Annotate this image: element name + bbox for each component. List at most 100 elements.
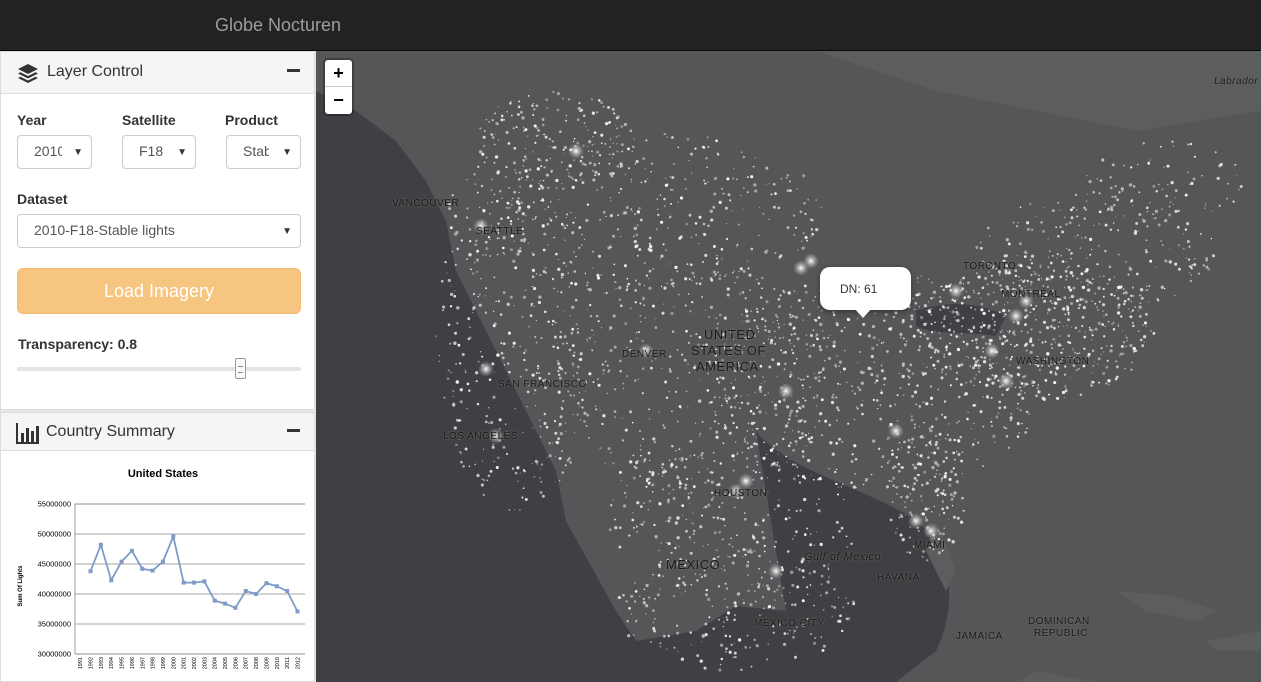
city-light xyxy=(820,309,823,312)
chart-data-point xyxy=(181,580,186,585)
city-light xyxy=(476,402,480,406)
city-light xyxy=(618,191,620,194)
city-light xyxy=(706,468,709,470)
city-light xyxy=(736,452,739,454)
city-light xyxy=(572,413,574,416)
country-summary-collapse-button[interactable] xyxy=(287,429,300,432)
city-light xyxy=(815,335,817,337)
city-light xyxy=(720,187,724,190)
city-light xyxy=(728,431,732,435)
city-light xyxy=(707,503,711,507)
map-label-montreal: MONTRÉAL xyxy=(1001,289,1061,300)
city-light xyxy=(1088,237,1093,242)
layer-control-collapse-button[interactable] xyxy=(287,69,300,72)
city-light xyxy=(1075,369,1078,372)
city-light xyxy=(810,533,812,535)
layer-control-heading[interactable]: Layer Control xyxy=(1,52,314,94)
city-light xyxy=(1025,221,1030,225)
city-light xyxy=(1070,208,1073,212)
city-light xyxy=(643,588,646,591)
city-light xyxy=(683,465,687,469)
city-light xyxy=(946,306,950,310)
city-light xyxy=(734,604,738,608)
city-light xyxy=(835,468,838,470)
city-light xyxy=(455,380,459,384)
city-light xyxy=(583,411,587,415)
city-light xyxy=(930,425,934,429)
city-light xyxy=(1037,387,1040,389)
city-light xyxy=(596,150,600,154)
city-light xyxy=(741,451,743,454)
product-select[interactable]: Stable lights ▼ xyxy=(226,135,301,169)
city-light xyxy=(567,390,570,393)
city-light xyxy=(472,292,476,296)
city-light xyxy=(784,602,787,605)
city-light xyxy=(592,178,596,182)
city-light xyxy=(1038,331,1042,334)
city-light xyxy=(1141,218,1144,220)
city-light xyxy=(522,295,527,299)
city-light xyxy=(571,327,575,331)
city-light xyxy=(591,349,594,352)
city-light xyxy=(1149,159,1151,161)
city-light xyxy=(756,460,759,463)
year-select[interactable]: 2010 ▼ xyxy=(17,135,92,169)
city-light xyxy=(561,187,565,191)
city-light xyxy=(1122,292,1125,295)
city-light xyxy=(911,442,913,444)
city-light xyxy=(678,545,680,548)
dataset-select[interactable]: 2010-F18-Stable lights ▼ xyxy=(17,214,301,248)
city-light xyxy=(1067,318,1070,322)
city-light xyxy=(1061,260,1065,263)
city-light xyxy=(1185,257,1187,259)
city-light xyxy=(840,329,844,333)
country-summary-heading[interactable]: Country Summary xyxy=(1,413,314,451)
dataset-label: Dataset xyxy=(17,191,68,207)
load-imagery-button[interactable]: Load Imagery xyxy=(17,268,301,314)
city-light xyxy=(645,479,649,483)
city-light xyxy=(1063,216,1066,219)
city-light xyxy=(635,279,637,282)
city-light xyxy=(720,476,724,480)
city-light xyxy=(990,366,993,369)
zoom-out-button[interactable]: − xyxy=(325,87,352,114)
transparency-slider-track[interactable] xyxy=(17,367,301,371)
city-light xyxy=(855,487,857,489)
city-light xyxy=(641,392,644,395)
city-light xyxy=(989,363,991,365)
city-light xyxy=(544,266,547,269)
city-light xyxy=(961,451,964,453)
city-light xyxy=(789,629,791,632)
city-light xyxy=(531,275,535,278)
map-label-miami: MIAMI xyxy=(914,540,946,551)
city-light xyxy=(862,322,866,326)
city-light xyxy=(777,326,781,329)
city-light xyxy=(1097,321,1101,325)
city-light xyxy=(762,536,766,540)
city-light xyxy=(1175,197,1177,199)
city-light xyxy=(706,166,709,169)
city-light xyxy=(838,530,841,533)
city-light xyxy=(620,479,622,481)
city-light xyxy=(639,523,641,525)
city-light xyxy=(900,466,904,469)
city-light xyxy=(475,371,479,375)
satellite-select[interactable]: F18 ▼ xyxy=(122,135,196,169)
city-light xyxy=(719,376,722,379)
city-light xyxy=(998,400,1001,404)
city-light xyxy=(666,282,668,284)
city-light xyxy=(998,407,1000,409)
night-lights-map[interactable]: + − VANCOUVER SEATTLE SAN FRANCISCO LOS … xyxy=(316,51,1261,682)
city-light xyxy=(616,115,620,119)
city-light xyxy=(1107,320,1110,323)
city-light xyxy=(604,292,606,295)
city-light xyxy=(943,475,947,479)
app-brand[interactable]: Globe Nocturen xyxy=(215,15,341,36)
city-light xyxy=(806,348,808,351)
city-light xyxy=(556,346,560,350)
city-light xyxy=(532,151,534,153)
city-light xyxy=(689,335,692,337)
transparency-slider-handle[interactable] xyxy=(235,358,246,379)
zoom-in-button[interactable]: + xyxy=(325,60,352,87)
city-light xyxy=(549,145,551,148)
